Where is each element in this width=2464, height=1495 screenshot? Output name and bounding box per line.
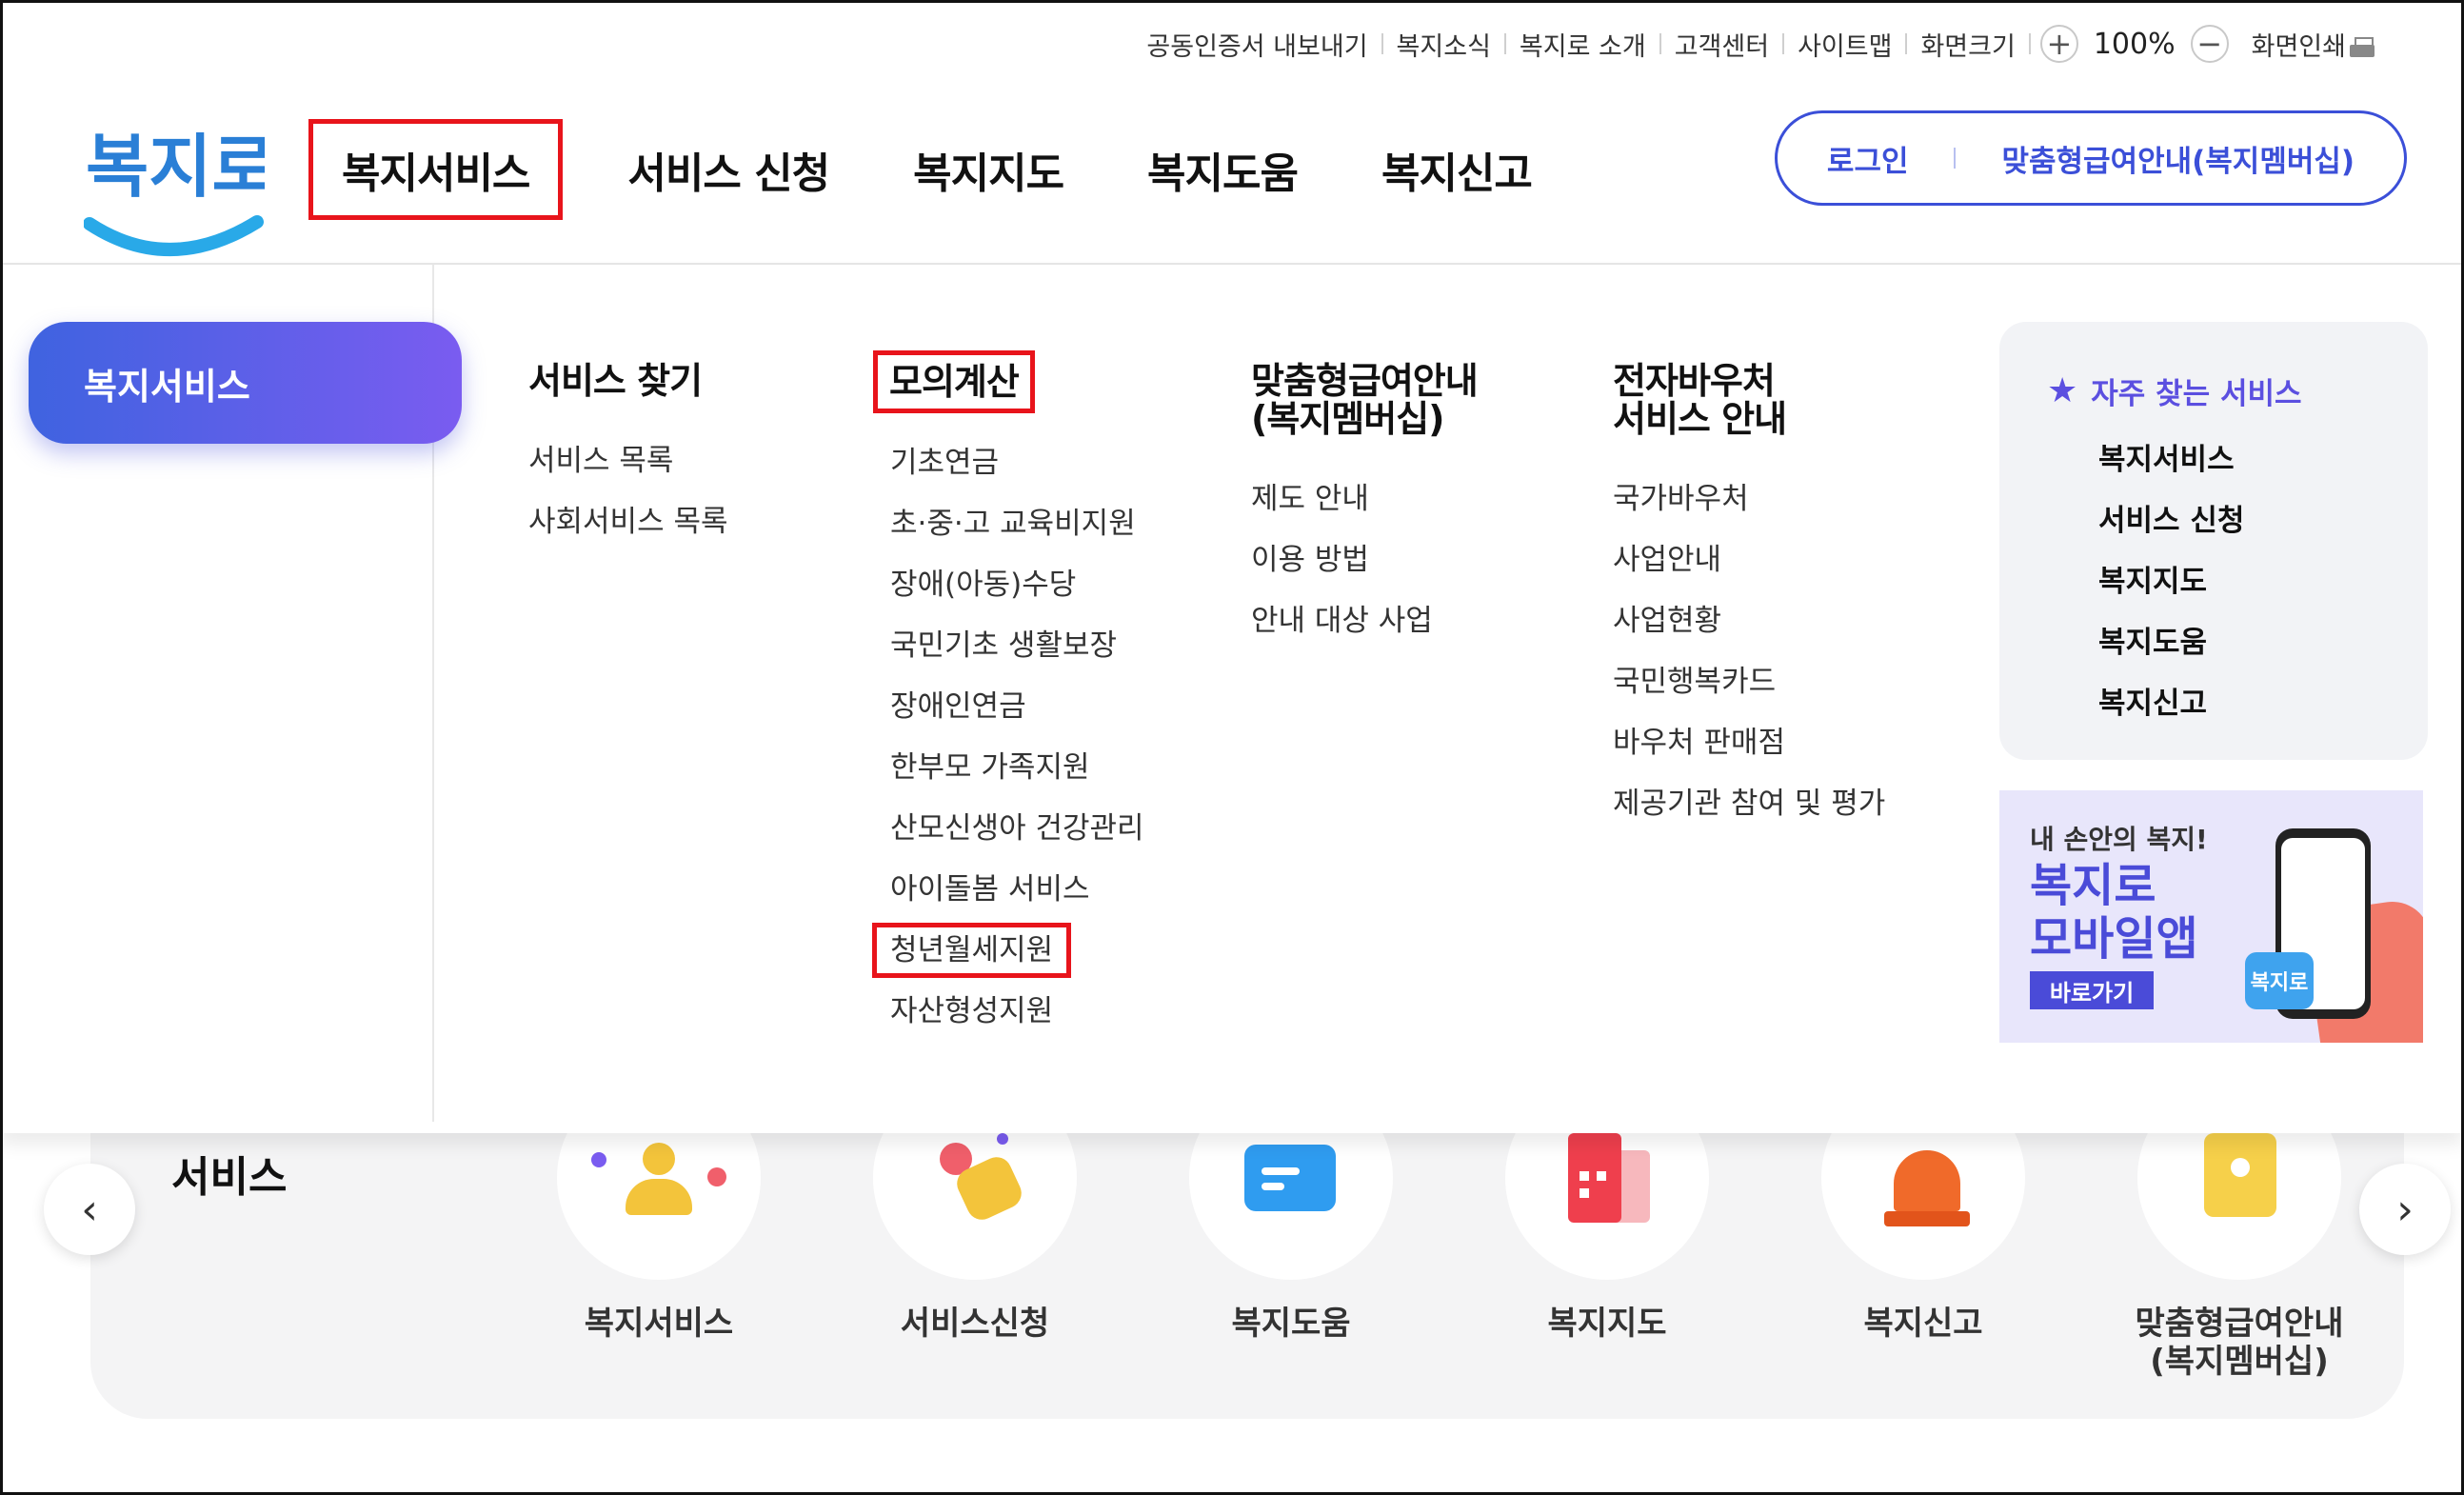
- quick-item-label-line1: 맞춤형급여안내: [2135, 1305, 2344, 1343]
- menu-link[interactable]: 기초연금: [890, 432, 1144, 493]
- menu-link[interactable]: 사업안내: [1613, 529, 1885, 590]
- col-heading-simulation[interactable]: 모의계산: [873, 350, 1035, 413]
- login-link[interactable]: 로그인: [1827, 137, 1909, 180]
- star-icon: ★: [2047, 371, 2078, 410]
- nav-welfare-help[interactable]: 복지도움: [1111, 122, 1334, 217]
- utility-bar: 공동인증서 내보내기 복지소식 복지로 소개 고객센터 사이트맵 화면크기 + …: [1133, 23, 2388, 65]
- col-heading[interactable]: 맞춤형급여안내 (복지멤버십): [1251, 360, 1479, 440]
- util-about[interactable]: 복지로 소개: [1506, 26, 1659, 63]
- quick-item-label: 서비스신청: [900, 1305, 1050, 1343]
- menu-link-label: 청년월세지원: [872, 923, 1072, 978]
- util-screen-size-label: 화면크기: [1920, 31, 2016, 62]
- zoom-value: 100%: [2093, 27, 2176, 61]
- col-heading-line2: 서비스 안내: [1613, 398, 1787, 440]
- quick-item-label: 복지도움: [1231, 1305, 1351, 1343]
- mega-col-simulation: 모의계산 기초연금 초·중·고 교육비지원 장애(아동)수당 국민기초 생활보장…: [872, 350, 1144, 1042]
- auth-divider: [1954, 148, 1957, 169]
- util-welfare-news[interactable]: 복지소식: [1383, 26, 1504, 63]
- menu-link[interactable]: 바우처 판매점: [1613, 712, 1885, 773]
- menu-link[interactable]: 한부모 가족지원: [890, 737, 1144, 798]
- menu-link[interactable]: 이용 방법: [1251, 529, 1478, 590]
- menu-link[interactable]: 아이돌봄 서비스: [890, 859, 1144, 920]
- quick-item-label: 복지지도: [1547, 1305, 1667, 1343]
- favorite-services-title: ★ 자주 찾는 서비스: [2047, 369, 2428, 412]
- menu-link[interactable]: 국민기초 생활보장: [890, 615, 1144, 676]
- util-divider: [2028, 33, 2031, 54]
- chevron-left-icon: ‹: [81, 1185, 98, 1234]
- nav-service-apply[interactable]: 서비스 신청: [591, 122, 865, 217]
- menu-link[interactable]: 산모신생아 건강관리: [890, 798, 1144, 859]
- favorite-link[interactable]: 서비스 신청: [2098, 490, 2428, 551]
- person-icon: [591, 1143, 726, 1219]
- building-icon: [1568, 1133, 1654, 1228]
- carousel-prev-button[interactable]: ‹: [44, 1164, 135, 1255]
- util-customer-center[interactable]: 고객센터: [1661, 26, 1782, 63]
- menu-link[interactable]: 제도 안내: [1251, 468, 1478, 529]
- util-sitemap[interactable]: 사이트맵: [1784, 26, 1905, 63]
- util-cert-export[interactable]: 공동인증서 내보내기: [1133, 26, 1381, 63]
- col-heading-line1: 전자바우처: [1613, 360, 1776, 402]
- favorite-title-text: 자주 찾는 서비스: [2091, 377, 2302, 411]
- quick-item-label: 맞춤형급여안내 (복지멤버십): [2120, 1305, 2358, 1381]
- mega-col-find-service: 서비스 찾기 서비스 목록 사회서비스 목록: [528, 362, 728, 552]
- col-heading[interactable]: 전자바우처 서비스 안내: [1613, 362, 1885, 438]
- bokjiro-logo[interactable]: 복지로: [84, 100, 265, 262]
- favorite-services-box: ★ 자주 찾는 서비스 복지서비스 서비스 신청 복지지도 복지도움 복지신고: [1999, 322, 2428, 760]
- banner-tagline: 내 손안의 복지!: [2030, 824, 2208, 855]
- quick-item-label: 복지신고: [1863, 1305, 1983, 1343]
- nav-welfare-map[interactable]: 복지지도: [877, 122, 1100, 217]
- menu-link[interactable]: 사회서비스 목록: [528, 491, 728, 552]
- mega-col-membership: 맞춤형급여안내 (복지멤버십) 제도 안내 이용 방법 안내 대상 사업: [1251, 360, 1479, 651]
- main-nav: 복지서비스 서비스 신청 복지지도 복지도움 복지신고: [305, 119, 1580, 220]
- chevron-right-icon: ›: [2396, 1185, 2414, 1234]
- mobile-app-banner[interactable]: 내 손안의 복지! 복지로 모바일앱 바로가기 복지로: [1999, 790, 2423, 1043]
- menu-link[interactable]: 국가바우처: [1613, 468, 1885, 529]
- id-card-icon: [2204, 1133, 2280, 1219]
- hand-tap-icon: [940, 1133, 1027, 1226]
- banner-title-line1: 복지로: [2030, 859, 2156, 912]
- siren-icon: [1884, 1133, 1970, 1228]
- zoom-in-button[interactable]: +: [2039, 25, 2078, 63]
- carousel-next-button[interactable]: ›: [2359, 1164, 2451, 1255]
- menu-link[interactable]: 장애(아동)수당: [890, 554, 1144, 615]
- mega-side-tab-welfare-service[interactable]: 복지서비스: [29, 322, 462, 444]
- menu-link[interactable]: 장애인연금: [890, 676, 1144, 737]
- nav-welfare-service[interactable]: 복지서비스: [308, 119, 564, 220]
- menu-link[interactable]: 자산형성지원: [890, 981, 1144, 1042]
- favorite-link[interactable]: 복지신고: [2098, 673, 2428, 734]
- favorite-link[interactable]: 복지서비스: [2098, 429, 2428, 490]
- favorite-link[interactable]: 복지지도: [2098, 551, 2428, 612]
- banner-go-button[interactable]: 바로가기: [2030, 971, 2154, 1009]
- menu-link[interactable]: 초·중·고 교육비지원: [890, 493, 1144, 554]
- membership-link[interactable]: 맞춤형급여안내(복지멤버십): [2001, 137, 2355, 180]
- auth-box: 로그인 맞춤형급여안내(복지멤버십): [1775, 110, 2407, 206]
- nav-welfare-report[interactable]: 복지신고: [1345, 122, 1568, 217]
- col-heading-line1: 맞춤형급여안내: [1251, 360, 1479, 402]
- menu-link-youth-rent[interactable]: 청년월세지원: [872, 920, 1144, 981]
- print-label: 화면인쇄: [2251, 31, 2346, 62]
- menu-link[interactable]: 국민행복카드: [1613, 651, 1885, 712]
- menu-link[interactable]: 안내 대상 사업: [1251, 590, 1478, 651]
- printer-icon: [2350, 37, 2375, 58]
- zoom-out-button[interactable]: −: [2190, 25, 2229, 63]
- mega-dropdown: 복지서비스 서비스 찾기 서비스 목록 사회서비스 목록 모의계산 기초연금 초…: [0, 265, 2464, 1133]
- print-button[interactable]: 화면인쇄: [2238, 26, 2388, 63]
- menu-link[interactable]: 서비스 목록: [528, 430, 728, 491]
- quick-item-label: 복지서비스: [584, 1305, 734, 1343]
- chat-bubble-icon: [1244, 1145, 1340, 1217]
- menu-link[interactable]: 사업현황: [1613, 590, 1885, 651]
- app-logo-icon: 복지로: [2245, 952, 2314, 1009]
- col-heading[interactable]: 서비스 찾기: [528, 362, 728, 400]
- logo-text: 복지로: [86, 127, 265, 207]
- quick-item-label-line2: (복지멤버십): [2150, 1343, 2329, 1381]
- col-heading-line2: (복지멤버십): [1251, 398, 1445, 440]
- banner-title: 복지로 모바일앱: [2030, 859, 2198, 966]
- menu-link[interactable]: 제공기관 참여 및 평가: [1613, 773, 1885, 834]
- mega-col-voucher: 전자바우처 서비스 안내 국가바우처 사업안내 사업현황 국민행복카드 바우처 …: [1613, 362, 1885, 834]
- banner-title-line2: 모바일앱: [2030, 912, 2198, 966]
- favorite-link[interactable]: 복지도움: [2098, 612, 2428, 673]
- quick-service-title: 서비스: [171, 1153, 288, 1202]
